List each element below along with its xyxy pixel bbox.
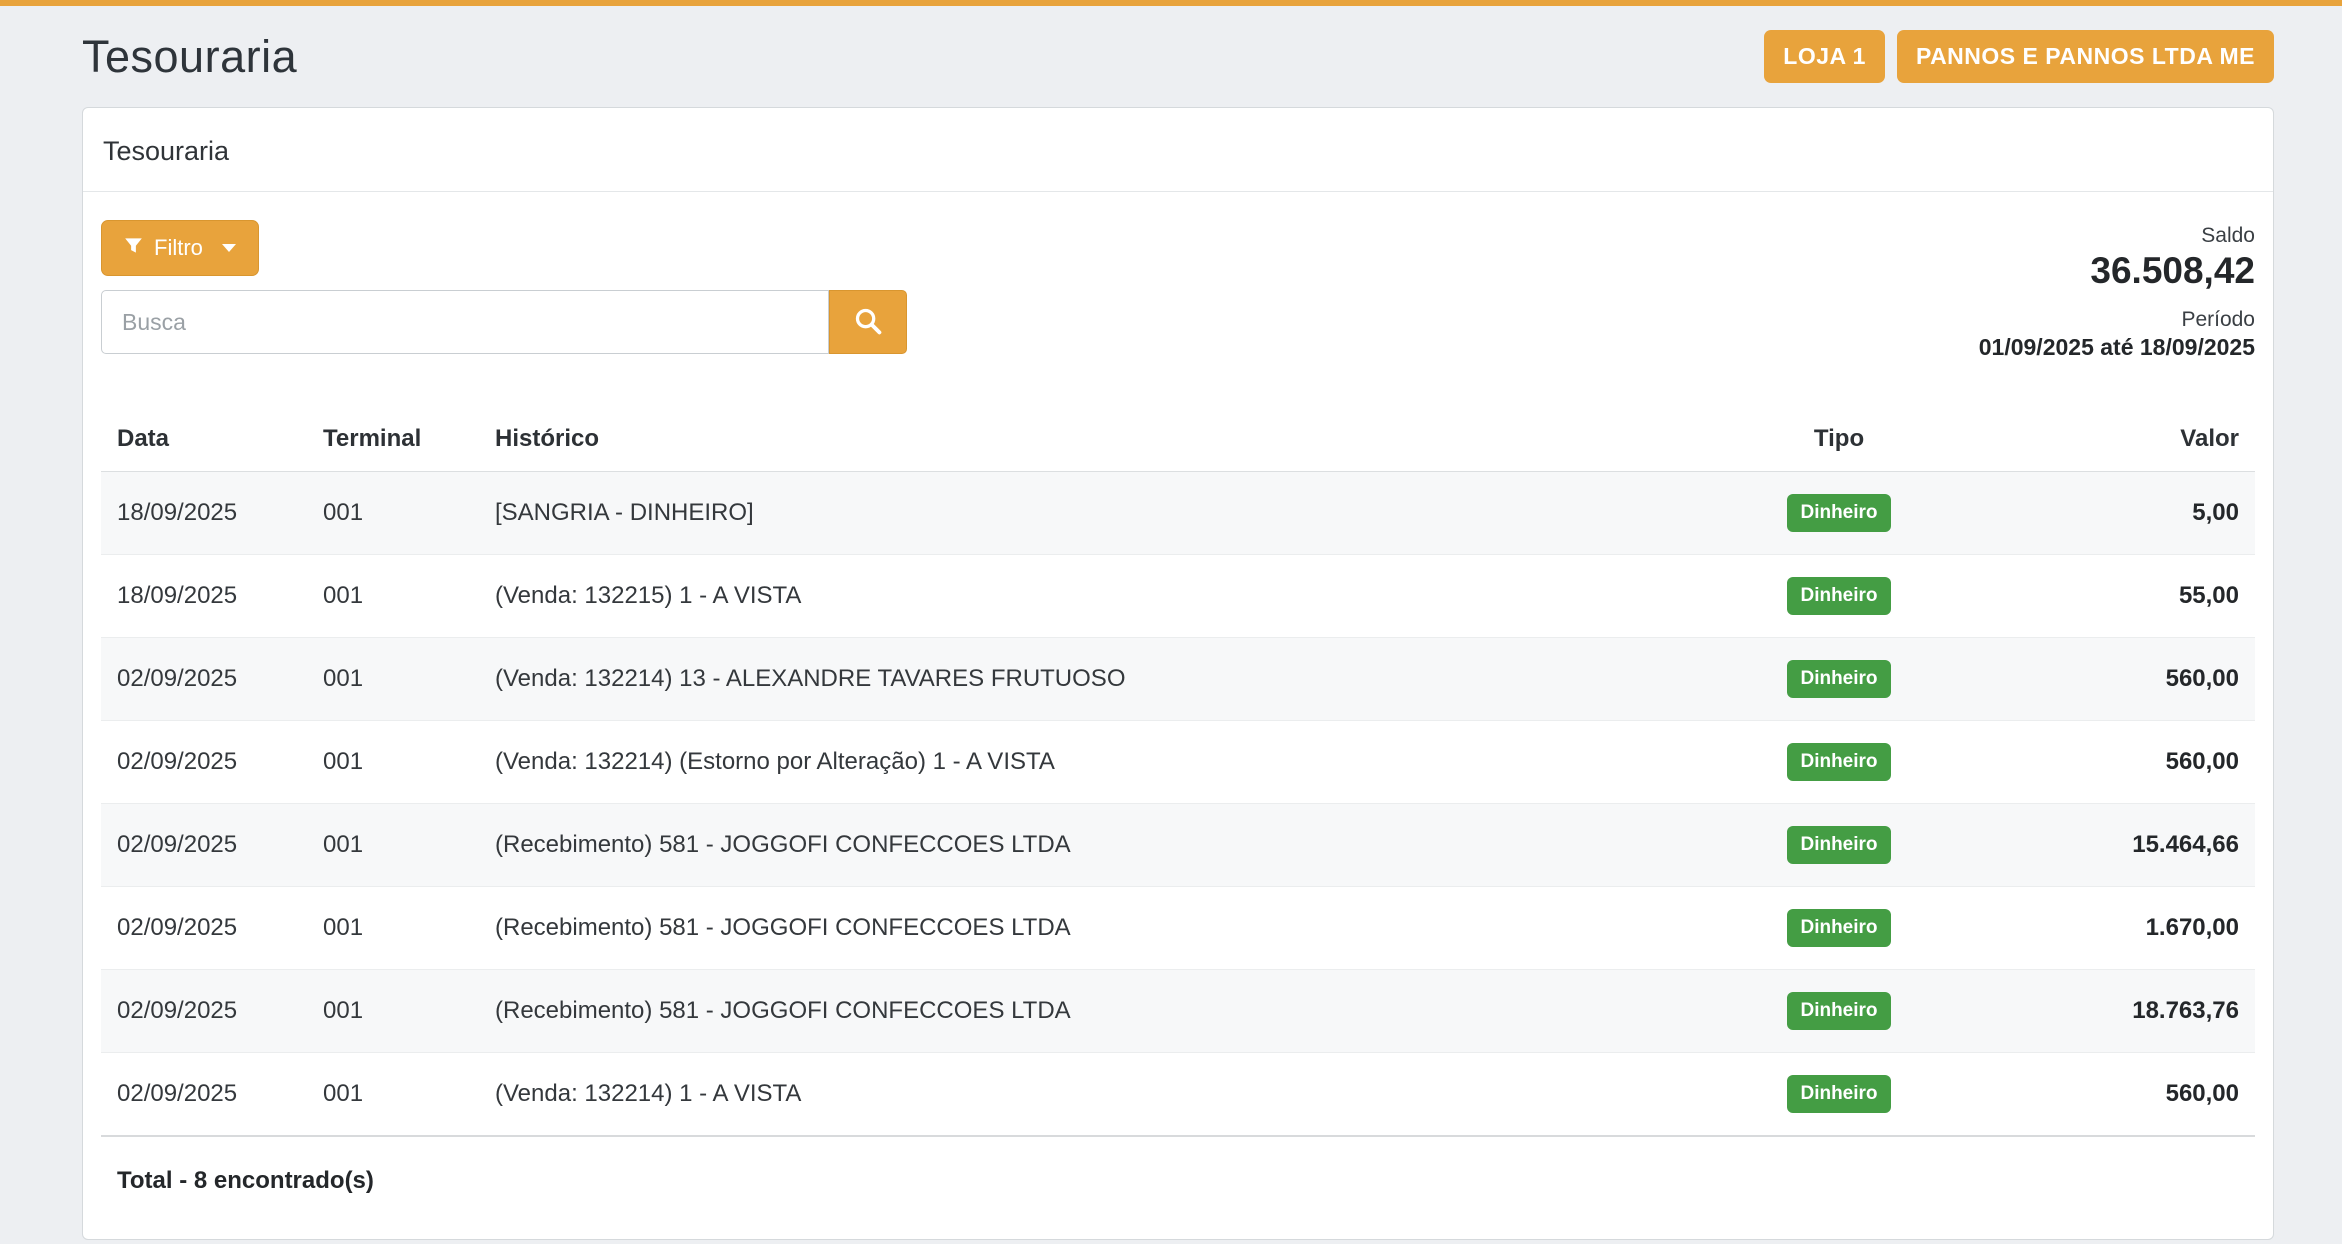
cell-tipo: Dinheiro xyxy=(1679,638,1999,721)
cell-valor: 560,00 xyxy=(1999,721,2255,804)
cell-historico: (Recebimento) 581 - JOGGOFI CONFECCOES L… xyxy=(479,970,1679,1053)
page-header: Tesouraria LOJA 1 PANNOS E PANNOS LTDA M… xyxy=(82,6,2274,107)
table-row[interactable]: 02/09/2025 001 (Venda: 132214) (Estorno … xyxy=(101,721,2255,804)
cell-historico: (Recebimento) 581 - JOGGOFI CONFECCOES L… xyxy=(479,804,1679,887)
col-header-data: Data xyxy=(101,411,307,472)
tipo-badge: Dinheiro xyxy=(1787,577,1890,615)
cell-terminal: 001 xyxy=(307,721,479,804)
cell-terminal: 001 xyxy=(307,638,479,721)
tipo-badge: Dinheiro xyxy=(1787,1075,1890,1113)
cell-terminal: 001 xyxy=(307,970,479,1053)
cell-historico: (Venda: 132214) 13 - ALEXANDRE TAVARES F… xyxy=(479,638,1679,721)
tipo-badge: Dinheiro xyxy=(1787,660,1890,698)
cell-terminal: 001 xyxy=(307,1053,479,1137)
card-title: Tesouraria xyxy=(83,108,2273,192)
cell-valor: 560,00 xyxy=(1999,1053,2255,1137)
cell-tipo: Dinheiro xyxy=(1679,472,1999,555)
tipo-badge: Dinheiro xyxy=(1787,992,1890,1030)
col-header-terminal: Terminal xyxy=(307,411,479,472)
cell-valor: 560,00 xyxy=(1999,638,2255,721)
cell-historico: (Venda: 132214) 1 - A VISTA xyxy=(479,1053,1679,1137)
cell-historico: (Venda: 132215) 1 - A VISTA xyxy=(479,555,1679,638)
page-container: Tesouraria LOJA 1 PANNOS E PANNOS LTDA M… xyxy=(0,6,2342,1240)
cell-tipo: Dinheiro xyxy=(1679,804,1999,887)
table-row[interactable]: 18/09/2025 001 [SANGRIA - DINHEIRO] Dinh… xyxy=(101,472,2255,555)
table-row[interactable]: 02/09/2025 001 (Venda: 132214) 1 - A VIS… xyxy=(101,1053,2255,1137)
treasury-card: Tesouraria Filtro xyxy=(82,107,2274,1240)
tipo-badge: Dinheiro xyxy=(1787,494,1890,532)
table-header: Data Terminal Histórico Tipo Valor xyxy=(101,411,2255,472)
cell-tipo: Dinheiro xyxy=(1679,887,1999,970)
company-badge[interactable]: PANNOS E PANNOS LTDA ME xyxy=(1897,30,2274,83)
table-row[interactable]: 18/09/2025 001 (Venda: 132215) 1 - A VIS… xyxy=(101,555,2255,638)
table-row[interactable]: 02/09/2025 001 (Recebimento) 581 - JOGGO… xyxy=(101,804,2255,887)
table-row[interactable]: 02/09/2025 001 (Recebimento) 581 - JOGGO… xyxy=(101,887,2255,970)
cell-tipo: Dinheiro xyxy=(1679,721,1999,804)
tipo-badge: Dinheiro xyxy=(1787,909,1890,947)
filter-icon xyxy=(124,235,143,261)
table-body: 18/09/2025 001 [SANGRIA - DINHEIRO] Dinh… xyxy=(101,472,2255,1137)
saldo-label: Saldo xyxy=(1979,224,2255,248)
summary-panel: Saldo 36.508,42 Período 01/09/2025 até 1… xyxy=(1979,220,2255,361)
toolbar: Filtro xyxy=(101,220,2255,361)
toolbar-left: Filtro xyxy=(101,220,907,354)
cell-tipo: Dinheiro xyxy=(1679,555,1999,638)
cell-valor: 55,00 xyxy=(1999,555,2255,638)
table-total: Total - 8 encontrado(s) xyxy=(101,1136,2255,1221)
search-button[interactable] xyxy=(829,290,907,354)
cell-tipo: Dinheiro xyxy=(1679,970,1999,1053)
search-icon xyxy=(853,306,883,339)
page-title: Tesouraria xyxy=(82,31,297,83)
periodo-value: 01/09/2025 até 18/09/2025 xyxy=(1979,334,2255,361)
cell-data: 02/09/2025 xyxy=(101,638,307,721)
card-body: Filtro xyxy=(83,192,2273,1239)
col-header-tipo: Tipo xyxy=(1679,411,1999,472)
saldo-value: 36.508,42 xyxy=(1979,248,2255,294)
table-row[interactable]: 02/09/2025 001 (Recebimento) 581 - JOGGO… xyxy=(101,970,2255,1053)
cell-historico: (Venda: 132214) (Estorno por Alteração) … xyxy=(479,721,1679,804)
cell-data: 02/09/2025 xyxy=(101,887,307,970)
periodo-label: Período xyxy=(1979,308,2255,332)
tipo-badge: Dinheiro xyxy=(1787,826,1890,864)
treasury-table: Data Terminal Histórico Tipo Valor 18/09… xyxy=(101,411,2255,1221)
cell-terminal: 001 xyxy=(307,472,479,555)
cell-terminal: 001 xyxy=(307,804,479,887)
search-input[interactable] xyxy=(101,290,829,354)
cell-valor: 15.464,66 xyxy=(1999,804,2255,887)
cell-data: 02/09/2025 xyxy=(101,804,307,887)
filter-button-label: Filtro xyxy=(154,235,203,261)
cell-data: 18/09/2025 xyxy=(101,555,307,638)
cell-valor: 1.670,00 xyxy=(1999,887,2255,970)
col-header-valor: Valor xyxy=(1999,411,2255,472)
cell-data: 02/09/2025 xyxy=(101,721,307,804)
chevron-down-icon xyxy=(222,244,236,252)
table-footer: Total - 8 encontrado(s) xyxy=(101,1136,2255,1221)
cell-tipo: Dinheiro xyxy=(1679,1053,1999,1137)
search-group xyxy=(101,290,907,354)
cell-data: 02/09/2025 xyxy=(101,1053,307,1137)
cell-valor: 5,00 xyxy=(1999,472,2255,555)
cell-historico: [SANGRIA - DINHEIRO] xyxy=(479,472,1679,555)
cell-historico: (Recebimento) 581 - JOGGOFI CONFECCOES L… xyxy=(479,887,1679,970)
cell-data: 18/09/2025 xyxy=(101,472,307,555)
col-header-historico: Histórico xyxy=(479,411,1679,472)
cell-terminal: 001 xyxy=(307,555,479,638)
store-badge[interactable]: LOJA 1 xyxy=(1764,30,1885,83)
cell-valor: 18.763,76 xyxy=(1999,970,2255,1053)
header-badges: LOJA 1 PANNOS E PANNOS LTDA ME xyxy=(1764,30,2274,83)
filter-button[interactable]: Filtro xyxy=(101,220,259,276)
table-row[interactable]: 02/09/2025 001 (Venda: 132214) 13 - ALEX… xyxy=(101,638,2255,721)
cell-terminal: 001 xyxy=(307,887,479,970)
cell-data: 02/09/2025 xyxy=(101,970,307,1053)
tipo-badge: Dinheiro xyxy=(1787,743,1890,781)
